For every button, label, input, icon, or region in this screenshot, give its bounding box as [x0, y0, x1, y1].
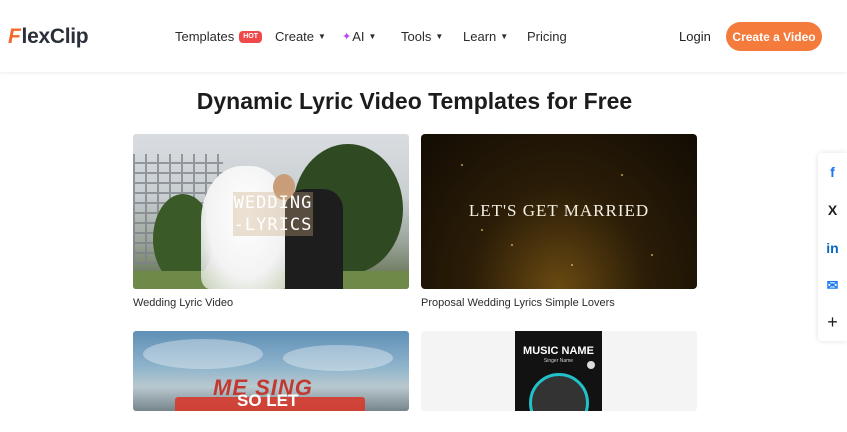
thumbnail-overlay-text: LET'S GET MARRIED: [468, 201, 650, 220]
tonearm-icon: [587, 361, 595, 369]
thumbnail-overlay-text: MUSIC NAME: [523, 345, 594, 357]
hot-badge: HOT: [239, 30, 263, 43]
sparkle-decoration: [461, 164, 463, 166]
nav-templates-label: Templates: [175, 29, 235, 44]
logo-text: lexClip: [21, 25, 89, 48]
template-card[interactable]: LET'S GET MARRIED Proposal Wedding Lyric…: [421, 134, 697, 309]
logo-mark: F: [8, 25, 21, 48]
sparkle-decoration: [511, 244, 513, 246]
thumbnail-overlay-text: WEDDING -LYRICS: [233, 192, 313, 236]
create-video-button[interactable]: Create a Video: [726, 22, 822, 51]
nav-create-label: Create: [275, 29, 315, 44]
template-thumbnail[interactable]: WEDDING -LYRICS: [133, 134, 409, 289]
template-caption[interactable]: Proposal Wedding Lyrics Simple Lovers: [421, 297, 697, 309]
cloud-decoration: [283, 345, 393, 371]
chevron-down-icon: ▼: [500, 32, 509, 41]
login-link[interactable]: Login: [679, 29, 711, 44]
nav-tools-label: Tools: [401, 29, 432, 44]
template-card[interactable]: ME SING SO LET: [133, 331, 409, 411]
sparkle-decoration: [571, 264, 573, 266]
chevron-down-icon: ▼: [435, 32, 444, 41]
sparkle-decoration: [621, 174, 623, 176]
nav-templates[interactable]: Templates HOT: [175, 29, 263, 44]
nav-pricing-label: Pricing: [527, 29, 567, 44]
page-title: Dynamic Lyric Video Templates for Free: [196, 88, 633, 114]
nav-learn-label: Learn: [463, 29, 497, 44]
vinyl-disc-icon: [529, 373, 589, 411]
nav-pricing[interactable]: Pricing: [527, 29, 567, 44]
top-navbar: FlexClip Templates HOT Create ▼ ✦ AI ▼ T…: [0, 0, 847, 72]
template-thumbnail[interactable]: ME SING SO LET: [133, 331, 409, 411]
template-card[interactable]: WEDDING -LYRICS Wedding Lyric Video: [133, 134, 409, 309]
nav-ai-label: AI: [352, 29, 365, 44]
music-poster: MUSIC NAME Singer Name: [515, 331, 602, 411]
sparkle-decoration: [481, 229, 483, 231]
email-icon[interactable]: ✉: [818, 267, 847, 304]
nav-create[interactable]: Create ▼: [275, 29, 326, 44]
nav-learn[interactable]: Learn ▼: [463, 29, 508, 44]
cloud-decoration: [143, 339, 263, 369]
thumbnail-overlay-text: SO LET: [237, 391, 299, 410]
sparkle-decoration: [651, 254, 653, 256]
x-icon[interactable]: X: [818, 191, 847, 228]
sparkle-icon: ✦: [342, 31, 352, 43]
template-card[interactable]: MUSIC NAME Singer Name: [421, 331, 697, 411]
template-caption[interactable]: Wedding Lyric Video: [133, 297, 409, 309]
template-thumbnail[interactable]: MUSIC NAME Singer Name: [421, 331, 697, 411]
chevron-down-icon: ▼: [318, 32, 326, 41]
plus-icon[interactable]: +: [818, 304, 847, 341]
flexclip-logo[interactable]: FlexClip: [8, 25, 89, 49]
template-thumbnail[interactable]: LET'S GET MARRIED: [421, 134, 697, 289]
facebook-icon[interactable]: f: [818, 153, 847, 190]
chevron-down-icon: ▼: [368, 32, 377, 41]
nav-ai[interactable]: ✦ AI ▼: [342, 29, 376, 44]
nav-tools[interactable]: Tools ▼: [401, 29, 443, 44]
linkedin-icon[interactable]: in: [818, 229, 847, 266]
social-share-bar: f X in ✉ +: [818, 153, 847, 341]
